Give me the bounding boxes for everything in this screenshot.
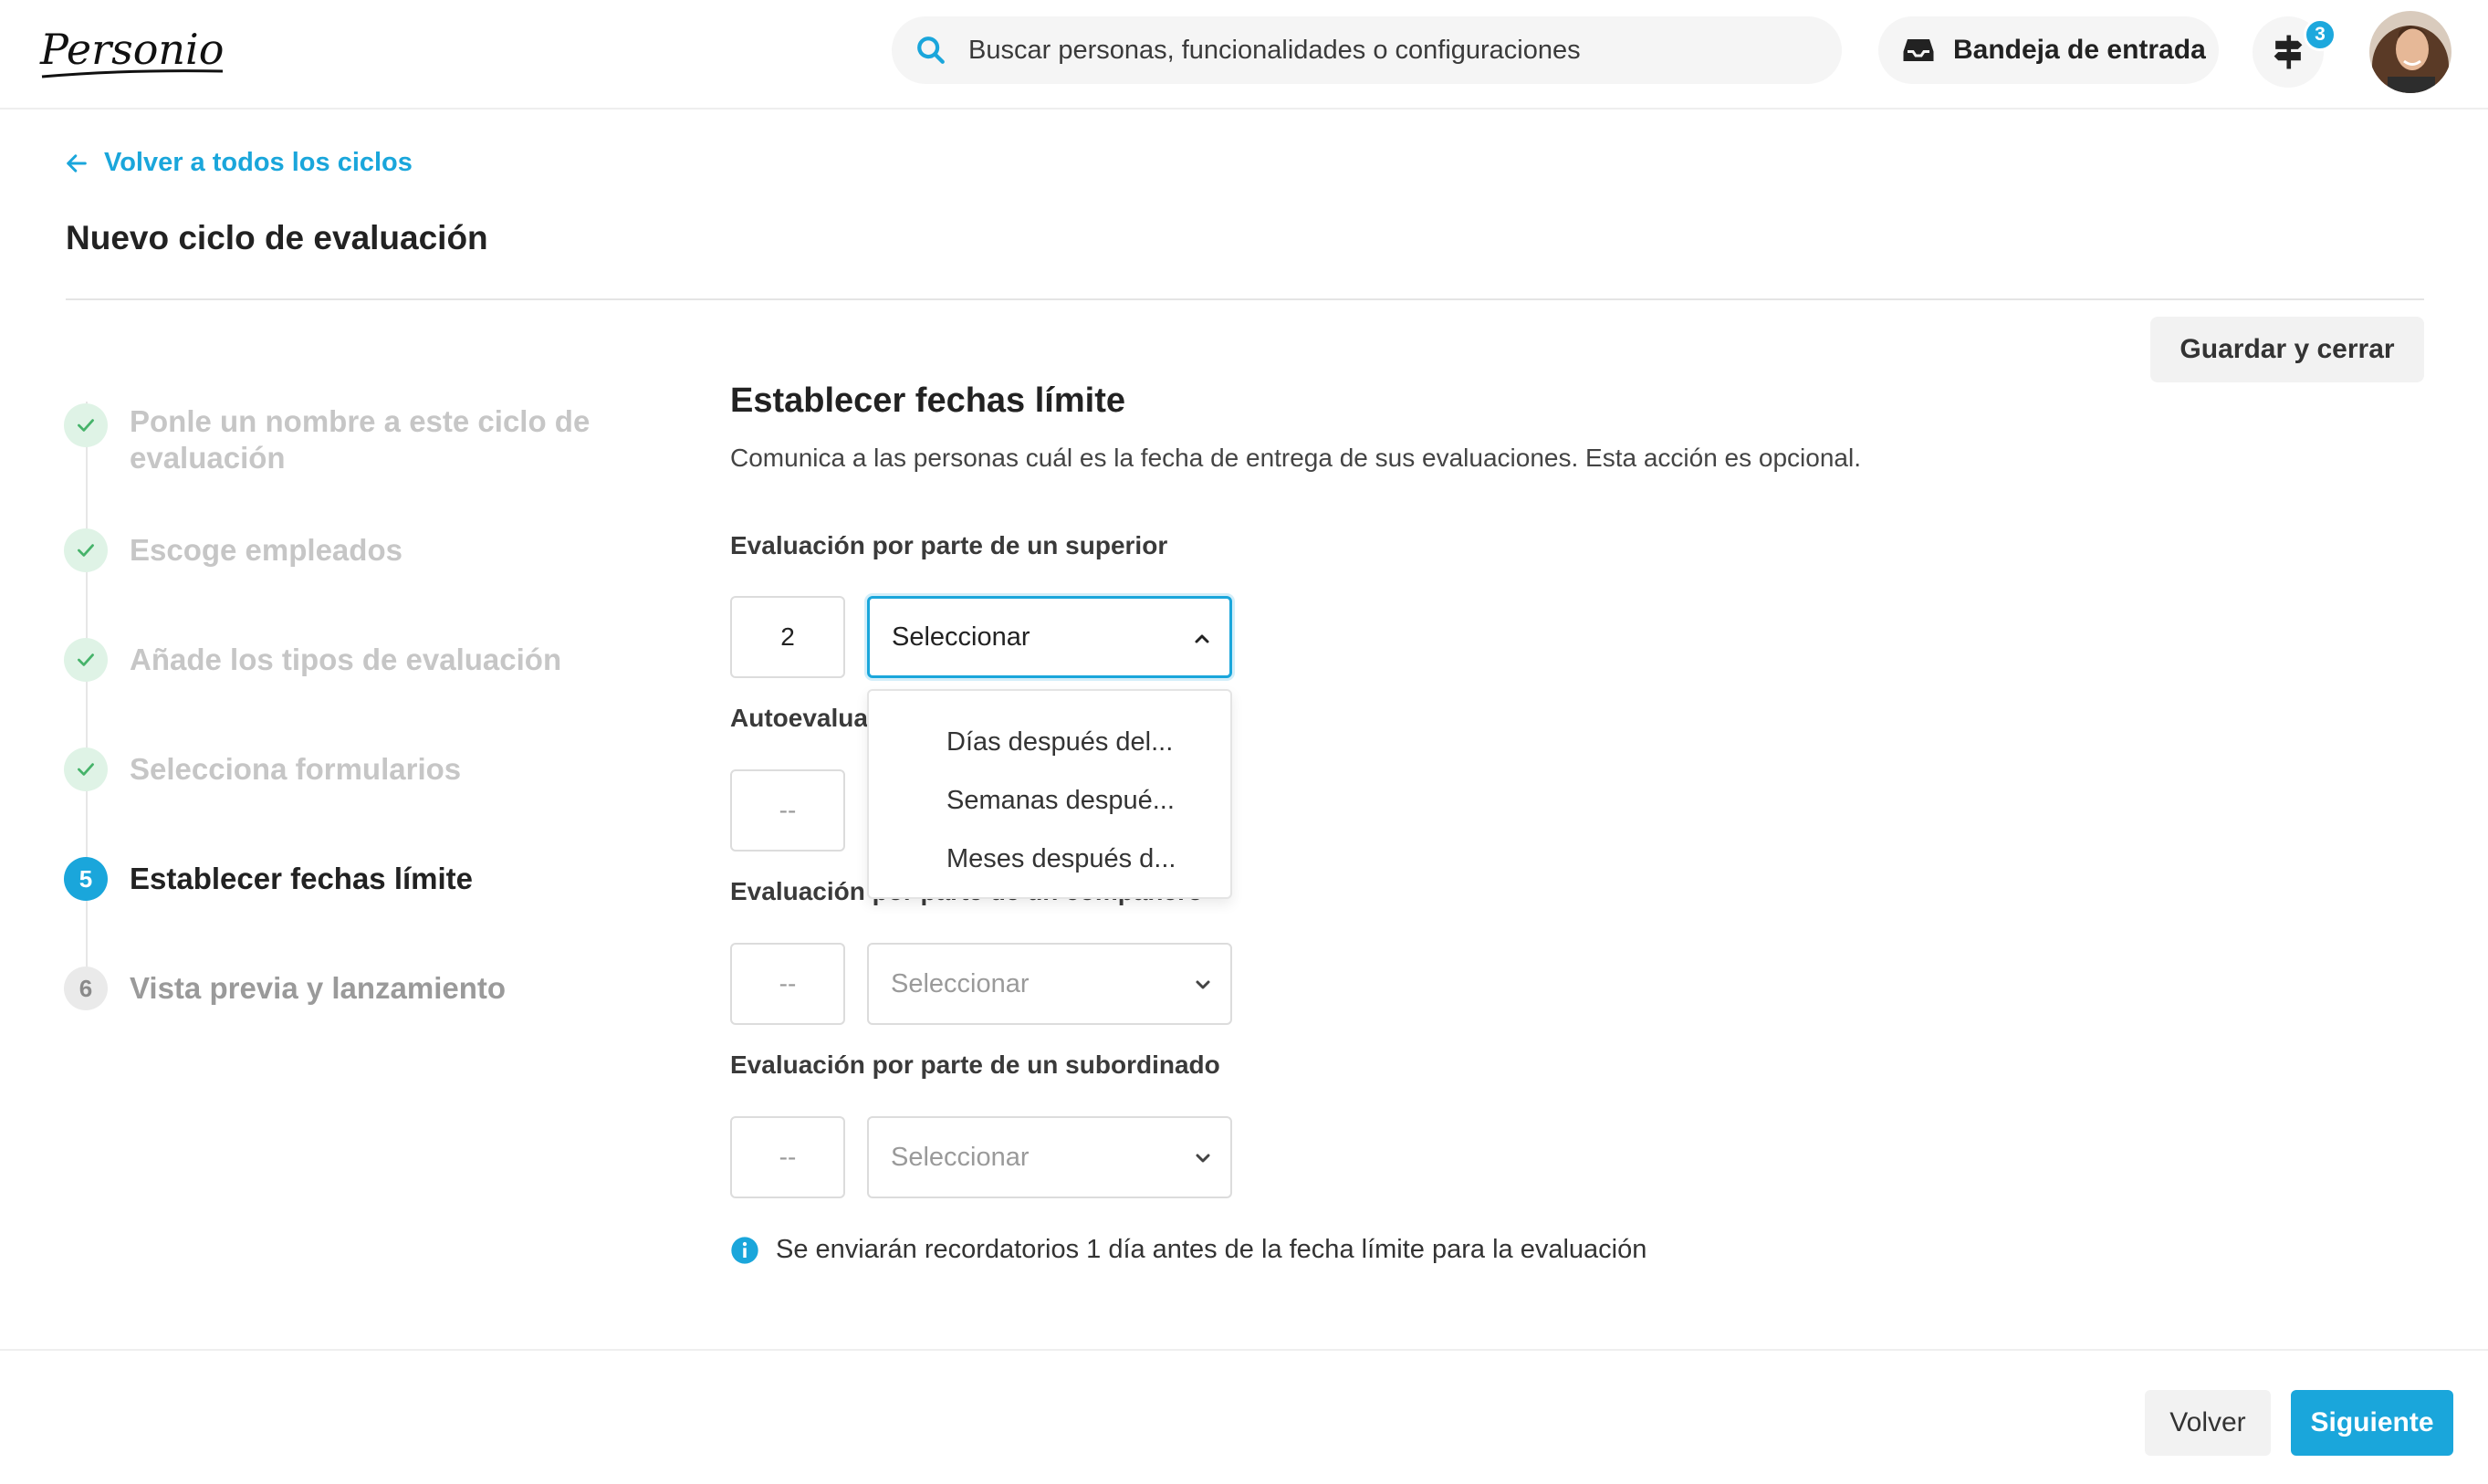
save-and-close-button[interactable]: Guardar y cerrar	[2150, 317, 2424, 382]
signpost-icon	[2274, 35, 2303, 69]
chevron-down-icon	[1196, 980, 1210, 989]
inbox-icon	[1903, 39, 1934, 61]
step-label: Selecciona formularios	[130, 752, 462, 786]
info-icon	[731, 1236, 758, 1264]
check-icon	[64, 747, 108, 791]
subordinate-review-number-input[interactable]	[730, 1116, 845, 1198]
search-icon	[917, 37, 945, 64]
subordinate-review-label: Evaluación por parte de un subordinado	[730, 1050, 1220, 1079]
inbox-button[interactable]: Bandeja de entrada	[1878, 16, 2219, 84]
footer-bar	[0, 1349, 2488, 1484]
inbox-label: Bandeja de entrada	[1953, 35, 2206, 65]
step-1[interactable]: Ponle un nombre a este ciclo de evaluaci…	[64, 403, 659, 476]
step-number: 5	[64, 857, 108, 901]
step-label: Ponle un nombre a este ciclo de evaluaci…	[130, 404, 591, 475]
check-icon	[64, 638, 108, 682]
self-review-number-input[interactable]	[730, 769, 845, 852]
svg-text:Personio: Personio	[39, 25, 224, 74]
step-number: 6	[64, 967, 108, 1010]
top-bar: Personio Bandeja de entrada 3	[0, 0, 2488, 110]
step-label: Añade los tipos de evaluación	[130, 643, 562, 676]
back-link-label: Volver a todos los ciclos	[104, 148, 413, 177]
search-bar[interactable]	[892, 16, 1842, 84]
peer-review-number-input[interactable]	[730, 943, 845, 1025]
superior-review-label: Evaluación por parte de un superior	[730, 531, 1168, 559]
divider	[66, 298, 2424, 300]
superior-review-number-input[interactable]	[730, 596, 845, 678]
chevron-down-icon	[1196, 1154, 1210, 1163]
unit-dropdown-menu: Días después del... Semanas despué... Me…	[867, 689, 1232, 899]
search-input[interactable]	[968, 35, 1790, 66]
step-6[interactable]: 6 Vista previa y lanzamiento	[64, 967, 659, 1010]
step-5[interactable]: 5 Establecer fechas límite	[64, 857, 659, 901]
step-2[interactable]: Escoge empleados	[64, 528, 659, 572]
personio-logo[interactable]: Personio	[37, 16, 228, 88]
select-placeholder: Seleccionar	[891, 1142, 1030, 1172]
chevron-up-icon	[1195, 634, 1209, 643]
step-label: Escoge empleados	[130, 533, 402, 567]
subordinate-review-unit-select[interactable]: Seleccionar	[867, 1116, 1232, 1198]
check-icon	[64, 528, 108, 572]
peer-review-unit-select[interactable]: Seleccionar	[867, 943, 1232, 1025]
step-3[interactable]: Añade los tipos de evaluación	[64, 638, 659, 682]
reminder-info-text: Se enviarán recordatorios 1 día antes de…	[776, 1235, 1647, 1264]
select-placeholder: Seleccionar	[891, 968, 1030, 998]
back-button[interactable]: Volver	[2145, 1390, 2271, 1456]
back-to-cycles-link[interactable]: Volver a todos los ciclos	[64, 148, 413, 178]
section-title: Establecer fechas límite	[730, 381, 1125, 420]
step-label: Vista previa y lanzamiento	[130, 971, 507, 1005]
select-value: Seleccionar	[892, 622, 1030, 652]
dropdown-option-weeks[interactable]: Semanas despué...	[869, 771, 1230, 830]
section-description: Comunica a las personas cuál es la fecha…	[730, 444, 1861, 472]
step-label: Establecer fechas límite	[130, 862, 474, 895]
superior-review-unit-select[interactable]: Seleccionar	[867, 596, 1232, 678]
page-title: Nuevo ciclo de evaluación	[66, 219, 488, 256]
dropdown-option-months[interactable]: Meses después d...	[869, 830, 1230, 888]
next-button[interactable]: Siguiente	[2291, 1390, 2453, 1456]
step-4[interactable]: Selecciona formularios	[64, 747, 659, 791]
arrow-left-icon	[67, 153, 87, 172]
dropdown-option-days[interactable]: Días después del...	[869, 713, 1230, 771]
notification-badge: 3	[2304, 18, 2336, 51]
user-avatar[interactable]	[2369, 11, 2451, 93]
reminder-info: Se enviarán recordatorios 1 día antes de…	[730, 1235, 1646, 1265]
check-icon	[64, 403, 108, 447]
